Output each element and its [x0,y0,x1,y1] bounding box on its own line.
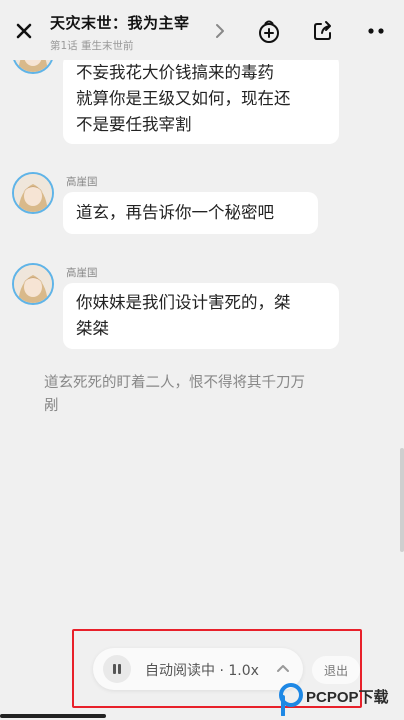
logo-icon [279,683,303,716]
exit-autoread-button[interactable]: 退出 [312,656,360,684]
avatar[interactable] [12,172,54,214]
narration-text: 道玄死死的盯着二人，恨不得将其千刀万 剐 [44,372,364,418]
more-icon [368,28,384,34]
reward-button[interactable] [255,17,283,45]
message-bubble: 你妹妹是我们设计害死的，桀 桀桀 [63,283,339,349]
message-bubble: 不妄我花大价钱搞来的毒药 就算你是王级又如何，现在还 不是要任我宰割 [63,54,339,144]
top-bar: 天灾末世：我为主宰 第1话 重生末世前 [0,0,404,60]
book-title-block[interactable]: 天灾末世：我为主宰 第1话 重生末世前 [50,12,190,53]
share-button[interactable] [309,17,337,45]
watermark-text: PCPOP下载 [306,689,389,706]
message-line: 不妄我花大价钱搞来的毒药 [76,63,274,82]
chevron-up-icon[interactable] [275,662,291,674]
message-line: 桀桀 [76,319,109,338]
speaker-name: 高崖国 [66,176,98,188]
message-line: 你妹妹是我们设计害死的，桀 [76,293,291,312]
chapter-subtitle: 第1话 重生末世前 [50,40,134,52]
pause-icon[interactable] [103,655,131,683]
scrollbar[interactable] [400,448,404,552]
more-button[interactable] [362,17,390,45]
speaker-name: 高崖国 [66,267,98,279]
share-icon [314,21,331,40]
narration-line: 剐 [44,398,59,414]
close-button[interactable] [10,17,38,45]
message-bubble: 道玄，再告诉你一个秘密吧 [63,192,318,234]
watermark: PCPOP下载 [278,682,404,720]
close-icon [16,23,32,39]
narration-line: 道玄死死的盯着二人，恨不得将其千刀万 [44,375,305,391]
autoread-control[interactable]: 自动阅读中 · 1.0x [93,648,303,690]
reward-icon [259,20,279,43]
autoread-label: 自动阅读中 · 1.0x [145,663,259,679]
home-indicator [0,714,106,718]
chevron-right-icon[interactable] [214,22,226,40]
message-line: 道玄，再告诉你一个秘密吧 [76,203,274,222]
message-line: 不是要任我宰割 [76,115,192,134]
message-line: 就算你是王级又如何，现在还 [76,89,291,108]
book-title: 天灾末世：我为主宰 [50,14,190,32]
avatar[interactable] [12,263,54,305]
